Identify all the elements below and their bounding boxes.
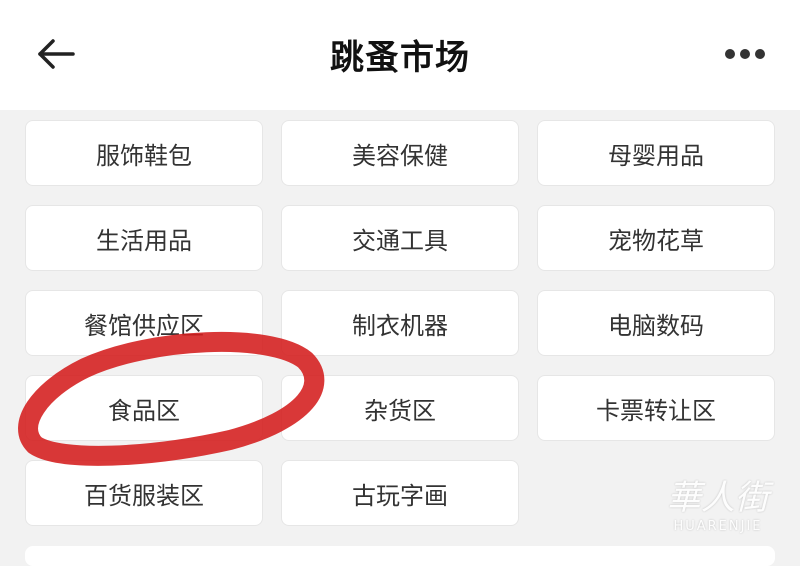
category-button[interactable]: 美容保健 [281, 120, 519, 186]
category-button[interactable]: 制衣机器 [281, 290, 519, 356]
category-button[interactable]: 服饰鞋包 [25, 120, 263, 186]
category-button[interactable]: 宠物花草 [537, 205, 775, 271]
category-button[interactable]: 电脑数码 [537, 290, 775, 356]
category-button[interactable]: 生活用品 [25, 205, 263, 271]
category-button[interactable]: 交通工具 [281, 205, 519, 271]
category-button[interactable]: 食品区 [25, 375, 263, 441]
category-button[interactable]: 卡票转让区 [537, 375, 775, 441]
watermark-english: HUARENJIE [673, 519, 763, 534]
category-button[interactable]: 百货服装区 [25, 460, 263, 526]
watermark-chinese: 華人街 [667, 478, 769, 518]
next-section-card [25, 546, 775, 566]
category-button[interactable]: 餐馆供应区 [25, 290, 263, 356]
category-button[interactable]: 母婴用品 [537, 120, 775, 186]
category-button[interactable]: 杂货区 [281, 375, 519, 441]
category-grid: 服饰鞋包 美容保健 母婴用品 生活用品 交通工具 宠物花草 餐馆供应区 制衣机器… [0, 0, 800, 566]
category-button[interactable]: 古玩字画 [281, 460, 519, 526]
watermark-logo: 華人街 HUARENJIE [648, 478, 788, 548]
